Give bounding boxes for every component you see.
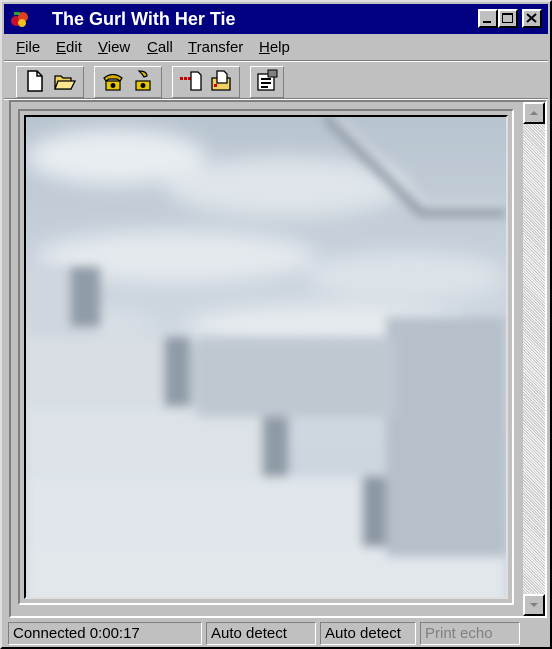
receive-file-icon[interactable] (209, 69, 233, 93)
scroll-down-button[interactable] (523, 594, 545, 616)
status-emulation: Auto detect (206, 622, 316, 645)
toolbar (4, 63, 548, 99)
status-bar: Connected 0:00:17 Auto detect Auto detec… (4, 620, 548, 647)
minimize-button[interactable] (478, 9, 498, 28)
maximize-button[interactable] (498, 9, 518, 28)
application-window: The Gurl With Her Tie File Edit View Cal… (0, 0, 552, 649)
minimize-icon (483, 21, 491, 23)
menu-separator (4, 60, 548, 62)
menu-file[interactable]: File (16, 39, 40, 56)
vertical-scrollbar[interactable] (523, 102, 545, 616)
menu-edit[interactable]: Edit (56, 39, 82, 56)
close-icon (526, 13, 537, 23)
status-print-echo: Print echo (420, 622, 520, 645)
terminal-frame (18, 109, 514, 605)
window-title: The Gurl With Her Tie (52, 9, 236, 29)
toolbar-group-call (94, 66, 162, 98)
terminal-client-area (9, 100, 547, 618)
terminal-screen[interactable] (24, 115, 508, 599)
scroll-up-icon (530, 111, 538, 115)
status-connection: Connected 0:00:17 (8, 622, 202, 645)
maximize-icon (502, 13, 513, 23)
send-file-icon[interactable] (179, 69, 203, 93)
menu-view[interactable]: View (98, 39, 130, 56)
phone-connect-icon[interactable] (101, 69, 125, 93)
scroll-down-icon (530, 603, 538, 607)
new-file-icon[interactable] (23, 69, 47, 93)
background-stairs-image (26, 117, 506, 597)
toolbar-group-transfer (172, 66, 240, 98)
menu-help[interactable]: Help (259, 39, 290, 56)
hyperterminal-app-icon[interactable] (10, 9, 30, 29)
status-format: Auto detect (320, 622, 416, 645)
scroll-up-button[interactable] (523, 102, 545, 124)
phone-disconnect-icon[interactable] (131, 69, 155, 93)
toolbar-group-file (16, 66, 84, 98)
menu-bar: File Edit View Call Transfer Help (4, 35, 548, 60)
menu-call[interactable]: Call (147, 39, 173, 56)
close-button[interactable] (522, 9, 542, 28)
open-folder-icon[interactable] (53, 69, 77, 93)
menu-transfer[interactable]: Transfer (188, 39, 243, 56)
properties-icon[interactable] (255, 69, 279, 93)
title-bar[interactable]: The Gurl With Her Tie (4, 4, 548, 34)
toolbar-group-properties (250, 66, 284, 98)
